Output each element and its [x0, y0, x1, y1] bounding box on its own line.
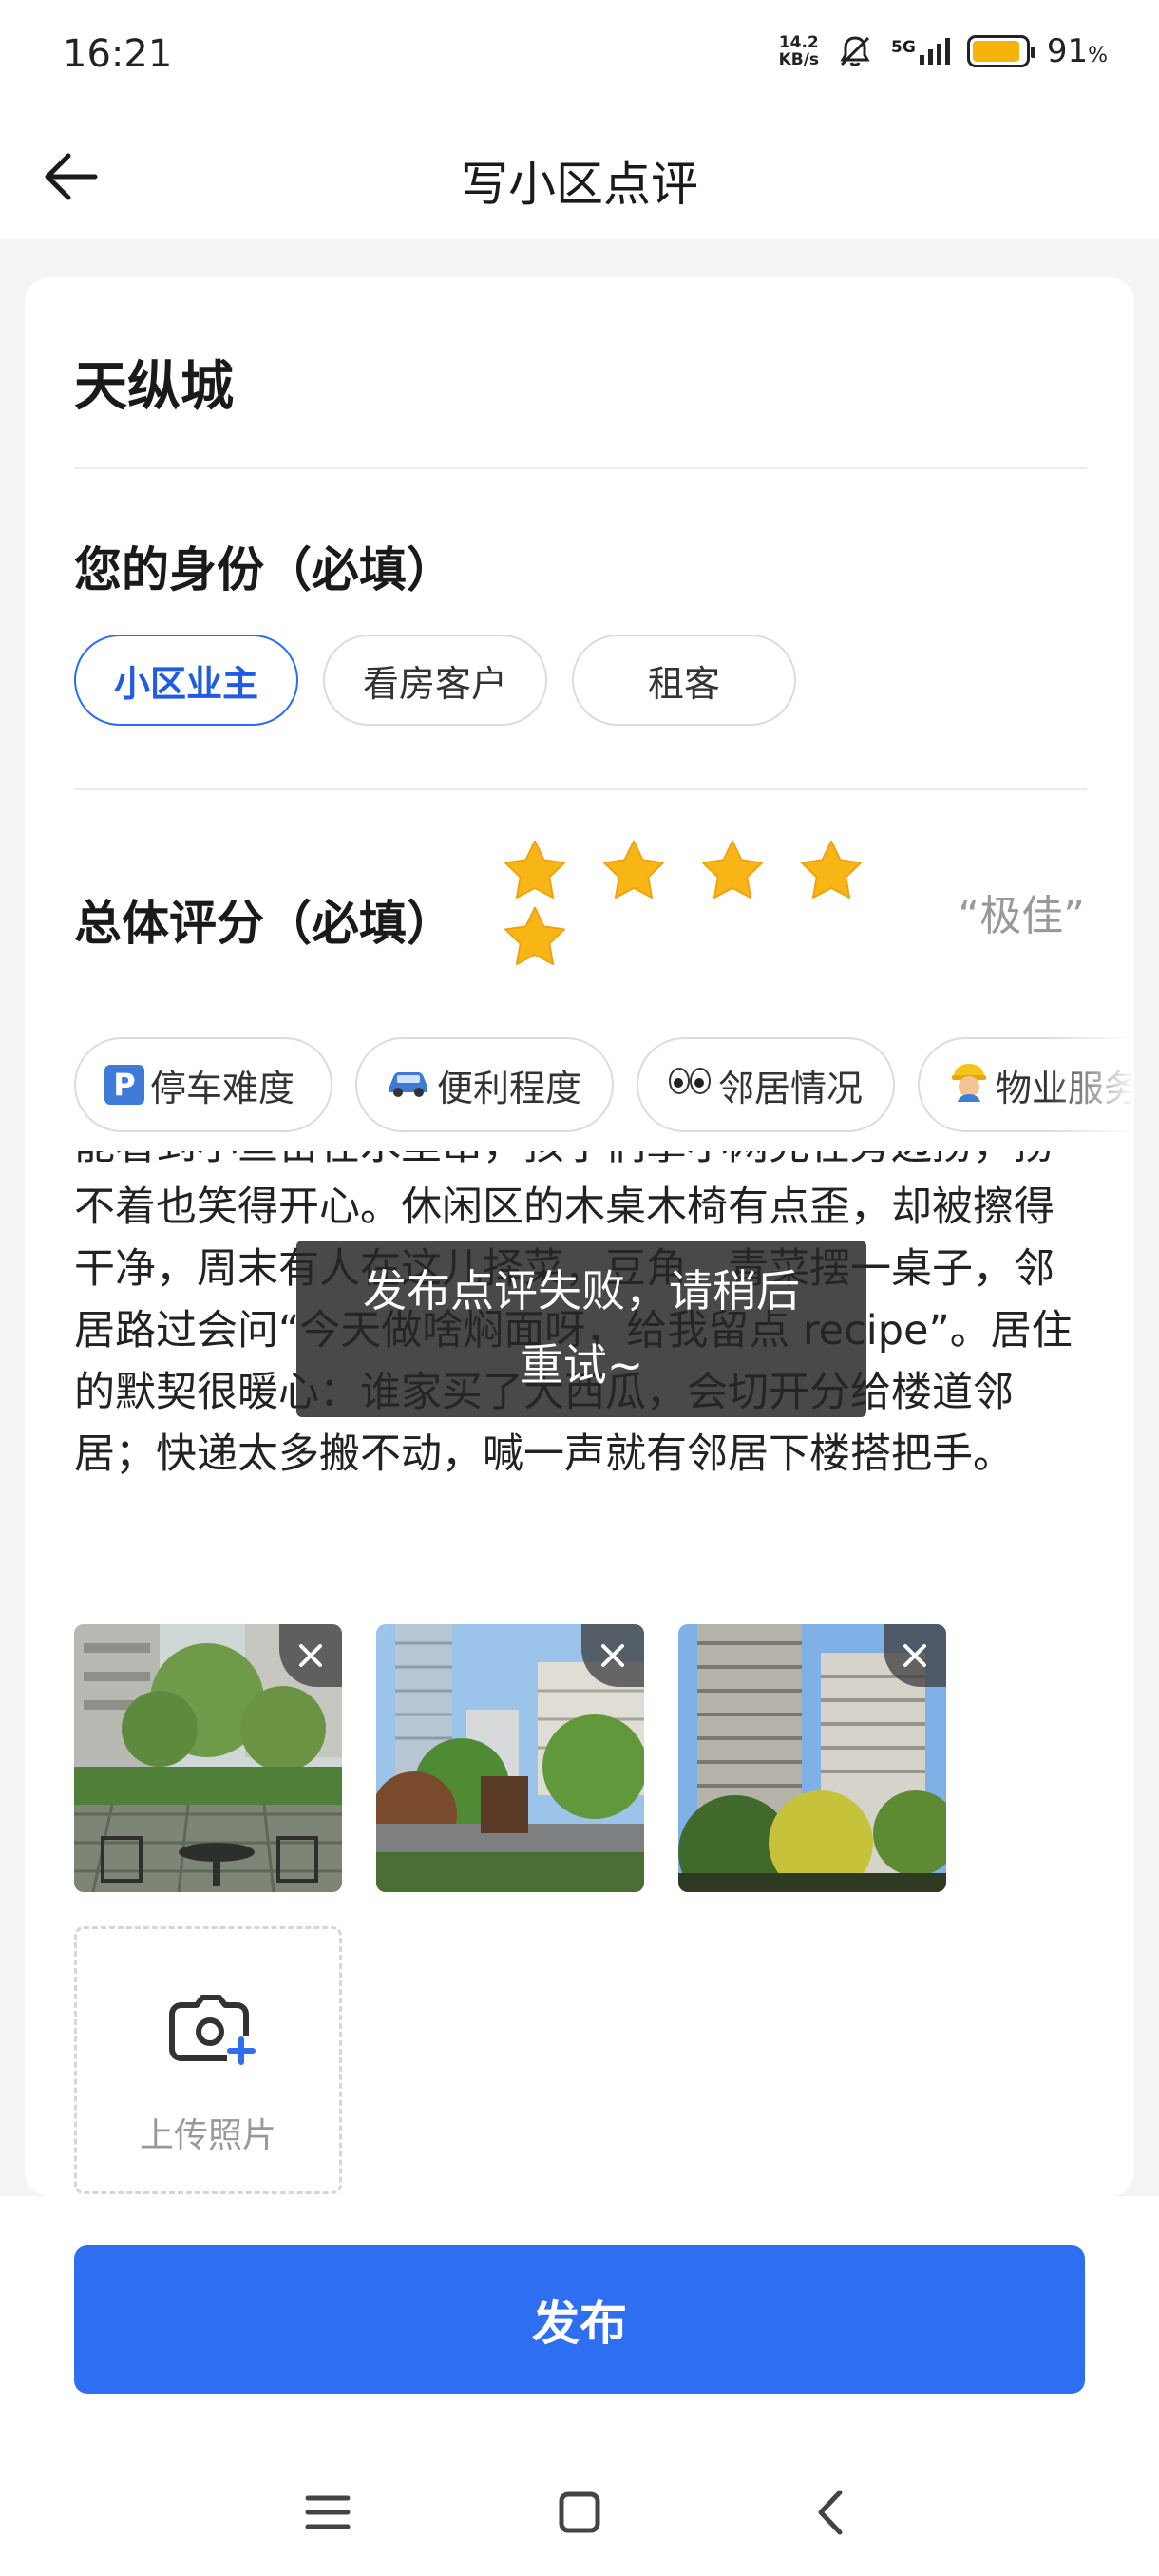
- identity-option-owner[interactable]: 小区业主: [74, 635, 298, 726]
- status-time: 16:21: [63, 32, 173, 76]
- system-back-button[interactable]: [798, 2479, 864, 2546]
- star-icon[interactable]: [500, 836, 570, 906]
- upload-photo-button[interactable]: 上传照片: [74, 1926, 342, 2194]
- page-title: 写小区点评: [461, 157, 698, 212]
- toast-line-2: 重试~: [519, 1339, 644, 1391]
- star-icon[interactable]: [796, 836, 866, 906]
- system-home-button[interactable]: [546, 2479, 613, 2546]
- bell-muted-icon: [840, 36, 870, 66]
- close-icon: [903, 1644, 926, 1667]
- signal-icon: 5G: [891, 38, 950, 65]
- system-menu-button[interactable]: [294, 2479, 361, 2546]
- upload-label: 上传照片: [139, 2116, 276, 2155]
- tag-parking[interactable]: P 停车难度: [74, 1037, 332, 1132]
- menu-icon: [305, 2495, 351, 2529]
- tag-property-service[interactable]: 物业服务: [918, 1037, 1134, 1132]
- photo-thumbnail-1[interactable]: [74, 1624, 342, 1892]
- nav-bar: 写小区点评: [0, 114, 1159, 239]
- home-square-icon: [559, 2491, 600, 2533]
- review-form-card: 天纵城 您的身份（必填） 小区业主 看房客户 租客 总体评分（必填） “极佳” …: [25, 277, 1134, 2196]
- status-icons: 14.2 KB/s 5G 91%: [779, 32, 1108, 70]
- star-icon[interactable]: [598, 836, 669, 906]
- community-name: 天纵城: [74, 356, 234, 418]
- rating-label: “极佳”: [958, 892, 1085, 940]
- parking-sign-icon: P: [104, 1065, 144, 1105]
- battery-percent: 91%: [1046, 32, 1108, 70]
- eyes-icon: [667, 1064, 712, 1107]
- divider: [74, 788, 1087, 790]
- battery-icon: [966, 35, 1036, 67]
- battery-fill: [972, 41, 1019, 62]
- status-bar: 16:21 14.2 KB/s 5G 91%: [0, 0, 1159, 114]
- error-toast: 发布点评失败，请稍后 重试~: [296, 1241, 866, 1417]
- tag-convenience[interactable]: 便利程度: [355, 1037, 614, 1132]
- close-icon: [601, 1644, 624, 1667]
- identity-option-tenant[interactable]: 租客: [572, 635, 796, 726]
- camera-add-icon: [169, 1995, 256, 2065]
- divider: [74, 467, 1087, 469]
- car-icon: [386, 1064, 431, 1107]
- identity-title: 您的身份（必填）: [74, 542, 454, 597]
- publish-button[interactable]: 发布: [74, 2245, 1085, 2394]
- star-icon[interactable]: [697, 836, 768, 906]
- chevron-left-icon: [818, 2490, 843, 2535]
- identity-option-visitor[interactable]: 看房客户: [323, 635, 547, 726]
- aspect-tag-row[interactable]: P 停车难度 便利程度 邻居情况 物业服务: [74, 1037, 1134, 1136]
- rating-title: 总体评分（必填）: [74, 896, 454, 951]
- photo-thumbnail-2[interactable]: [376, 1624, 644, 1892]
- construction-worker-icon: [948, 1060, 990, 1110]
- photo-thumbnail-3[interactable]: [678, 1624, 946, 1892]
- close-icon: [299, 1644, 322, 1667]
- bottom-panel: 发布: [0, 2196, 1159, 2576]
- toast-line-1: 发布点评失败，请稍后: [363, 1265, 800, 1316]
- tag-neighbors[interactable]: 邻居情况: [636, 1037, 895, 1132]
- net-speed: 14.2 KB/s: [778, 33, 820, 69]
- star-icon[interactable]: [500, 902, 570, 973]
